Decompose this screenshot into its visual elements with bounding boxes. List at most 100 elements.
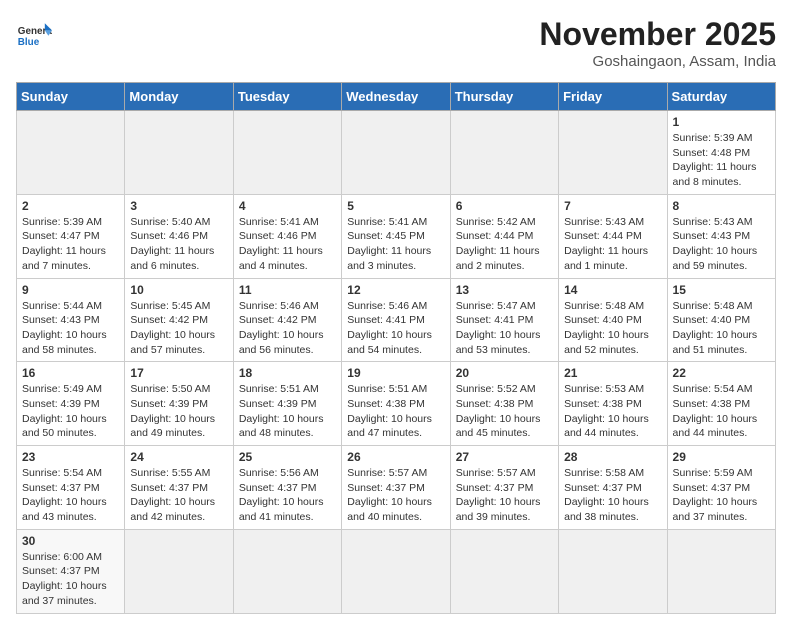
day-number: 29 [673, 450, 770, 464]
calendar-cell [233, 529, 341, 613]
calendar-cell: 14 Sunrise: 5:48 AM Sunset: 4:40 PM Dayli… [559, 278, 667, 362]
day-info: Sunrise: 5:39 AM Sunset: 4:47 PM Dayligh… [22, 215, 119, 274]
calendar-cell: 1Sunrise: 5:39 AM Sunset: 4:48 PM Daylig… [667, 111, 775, 195]
calendar-cell: 12 Sunrise: 5:46 AM Sunset: 4:41 PM Dayli… [342, 278, 450, 362]
day-number: 5 [347, 199, 444, 213]
calendar-cell: 6 Sunrise: 5:42 AM Sunset: 4:44 PM Daylig… [450, 194, 558, 278]
day-info: Sunrise: 5:50 AM Sunset: 4:39 PM Dayligh… [130, 382, 227, 441]
day-number: 21 [564, 366, 661, 380]
calendar-cell [233, 111, 341, 195]
calendar-cell: 20Sunrise: 5:52 AM Sunset: 4:38 PM Dayli… [450, 362, 558, 446]
calendar-week-2: 9 Sunrise: 5:44 AM Sunset: 4:43 PM Daylig… [17, 278, 776, 362]
day-info: Sunrise: 5:40 AM Sunset: 4:46 PM Dayligh… [130, 215, 227, 274]
day-info: Sunrise: 5:44 AM Sunset: 4:43 PM Dayligh… [22, 299, 119, 358]
calendar-week-5: 30Sunrise: 6:00 AM Sunset: 4:37 PM Dayli… [17, 529, 776, 613]
day-number: 9 [22, 283, 119, 297]
day-info: Sunrise: 5:54 AM Sunset: 4:37 PM Dayligh… [22, 466, 119, 525]
calendar-table: SundayMondayTuesdayWednesdayThursdayFrid… [16, 82, 776, 614]
day-number: 10 [130, 283, 227, 297]
day-number: 30 [22, 534, 119, 548]
weekday-header-thursday: Thursday [450, 83, 558, 111]
weekday-header-sunday: Sunday [17, 83, 125, 111]
day-info: Sunrise: 5:45 AM Sunset: 4:42 PM Dayligh… [130, 299, 227, 358]
month-title: November 2025 [539, 16, 776, 53]
day-number: 26 [347, 450, 444, 464]
calendar-cell [125, 529, 233, 613]
day-number: 24 [130, 450, 227, 464]
calendar-cell: 13Sunrise: 5:47 AM Sunset: 4:41 PM Dayli… [450, 278, 558, 362]
calendar-cell: 8 Sunrise: 5:43 AM Sunset: 4:43 PM Daylig… [667, 194, 775, 278]
calendar-cell: 7 Sunrise: 5:43 AM Sunset: 4:44 PM Daylig… [559, 194, 667, 278]
day-info: Sunrise: 5:43 AM Sunset: 4:43 PM Dayligh… [673, 215, 770, 274]
day-info: Sunrise: 5:51 AM Sunset: 4:38 PM Dayligh… [347, 382, 444, 441]
calendar-cell: 17 Sunrise: 5:50 AM Sunset: 4:39 PM Dayli… [125, 362, 233, 446]
day-info: Sunrise: 5:48 AM Sunset: 4:40 PM Dayligh… [673, 299, 770, 358]
calendar-cell [559, 529, 667, 613]
calendar-cell [667, 529, 775, 613]
day-info: Sunrise: 5:43 AM Sunset: 4:44 PM Dayligh… [564, 215, 661, 274]
day-info: Sunrise: 5:48 AM Sunset: 4:40 PM Dayligh… [564, 299, 661, 358]
day-info: Sunrise: 5:49 AM Sunset: 4:39 PM Dayligh… [22, 382, 119, 441]
day-number: 18 [239, 366, 336, 380]
calendar-cell: 5Sunrise: 5:41 AM Sunset: 4:45 PM Daylig… [342, 194, 450, 278]
page-header: General Blue November 2025 Goshaingaon, … [16, 16, 776, 70]
calendar-cell [559, 111, 667, 195]
calendar-cell: 29Sunrise: 5:59 AM Sunset: 4:37 PM Dayli… [667, 446, 775, 530]
day-info: Sunrise: 5:46 AM Sunset: 4:42 PM Dayligh… [239, 299, 336, 358]
day-info: Sunrise: 5:57 AM Sunset: 4:37 PM Dayligh… [347, 466, 444, 525]
svg-text:Blue: Blue [18, 37, 40, 48]
day-info: Sunrise: 5:52 AM Sunset: 4:38 PM Dayligh… [456, 382, 553, 441]
day-info: Sunrise: 5:55 AM Sunset: 4:37 PM Dayligh… [130, 466, 227, 525]
day-number: 22 [673, 366, 770, 380]
location: Goshaingaon, Assam, India [539, 53, 776, 70]
day-info: Sunrise: 5:56 AM Sunset: 4:37 PM Dayligh… [239, 466, 336, 525]
calendar-week-1: 2Sunrise: 5:39 AM Sunset: 4:47 PM Daylig… [17, 194, 776, 278]
weekday-header-monday: Monday [125, 83, 233, 111]
calendar-cell: 27Sunrise: 5:57 AM Sunset: 4:37 PM Dayli… [450, 446, 558, 530]
calendar-cell [342, 111, 450, 195]
calendar-cell: 4 Sunrise: 5:41 AM Sunset: 4:46 PM Daylig… [233, 194, 341, 278]
day-number: 4 [239, 199, 336, 213]
calendar-cell: 19 Sunrise: 5:51 AM Sunset: 4:38 PM Dayli… [342, 362, 450, 446]
day-number: 19 [347, 366, 444, 380]
calendar-cell: 23 Sunrise: 5:54 AM Sunset: 4:37 PM Dayli… [17, 446, 125, 530]
weekday-header-row: SundayMondayTuesdayWednesdayThursdayFrid… [17, 83, 776, 111]
calendar-cell: 16Sunrise: 5:49 AM Sunset: 4:39 PM Dayli… [17, 362, 125, 446]
day-number: 11 [239, 283, 336, 297]
weekday-header-wednesday: Wednesday [342, 83, 450, 111]
day-info: Sunrise: 5:42 AM Sunset: 4:44 PM Dayligh… [456, 215, 553, 274]
calendar-cell: 18 Sunrise: 5:51 AM Sunset: 4:39 PM Dayli… [233, 362, 341, 446]
calendar-cell: 9 Sunrise: 5:44 AM Sunset: 4:43 PM Daylig… [17, 278, 125, 362]
day-number: 1 [673, 115, 770, 129]
calendar-cell: 2Sunrise: 5:39 AM Sunset: 4:47 PM Daylig… [17, 194, 125, 278]
day-number: 3 [130, 199, 227, 213]
calendar-cell: 22 Sunrise: 5:54 AM Sunset: 4:38 PM Dayli… [667, 362, 775, 446]
day-number: 8 [673, 199, 770, 213]
calendar-week-0: 1Sunrise: 5:39 AM Sunset: 4:48 PM Daylig… [17, 111, 776, 195]
day-info: Sunrise: 5:47 AM Sunset: 4:41 PM Dayligh… [456, 299, 553, 358]
day-info: Sunrise: 5:53 AM Sunset: 4:38 PM Dayligh… [564, 382, 661, 441]
logo-icon: General Blue [16, 16, 52, 52]
day-number: 23 [22, 450, 119, 464]
day-info: Sunrise: 5:54 AM Sunset: 4:38 PM Dayligh… [673, 382, 770, 441]
day-info: Sunrise: 5:41 AM Sunset: 4:46 PM Dayligh… [239, 215, 336, 274]
day-number: 25 [239, 450, 336, 464]
calendar-cell: 25 Sunrise: 5:56 AM Sunset: 4:37 PM Dayli… [233, 446, 341, 530]
day-number: 6 [456, 199, 553, 213]
weekday-header-friday: Friday [559, 83, 667, 111]
day-number: 12 [347, 283, 444, 297]
day-number: 28 [564, 450, 661, 464]
calendar-cell: 30Sunrise: 6:00 AM Sunset: 4:37 PM Dayli… [17, 529, 125, 613]
calendar-cell: 26 Sunrise: 5:57 AM Sunset: 4:37 PM Dayli… [342, 446, 450, 530]
calendar-week-3: 16Sunrise: 5:49 AM Sunset: 4:39 PM Dayli… [17, 362, 776, 446]
day-info: Sunrise: 5:58 AM Sunset: 4:37 PM Dayligh… [564, 466, 661, 525]
calendar-cell [125, 111, 233, 195]
weekday-header-tuesday: Tuesday [233, 83, 341, 111]
day-number: 7 [564, 199, 661, 213]
day-info: Sunrise: 5:46 AM Sunset: 4:41 PM Dayligh… [347, 299, 444, 358]
title-block: November 2025 Goshaingaon, Assam, India [539, 16, 776, 70]
calendar-cell: 24 Sunrise: 5:55 AM Sunset: 4:37 PM Dayli… [125, 446, 233, 530]
day-info: Sunrise: 5:51 AM Sunset: 4:39 PM Dayligh… [239, 382, 336, 441]
day-number: 14 [564, 283, 661, 297]
day-number: 17 [130, 366, 227, 380]
